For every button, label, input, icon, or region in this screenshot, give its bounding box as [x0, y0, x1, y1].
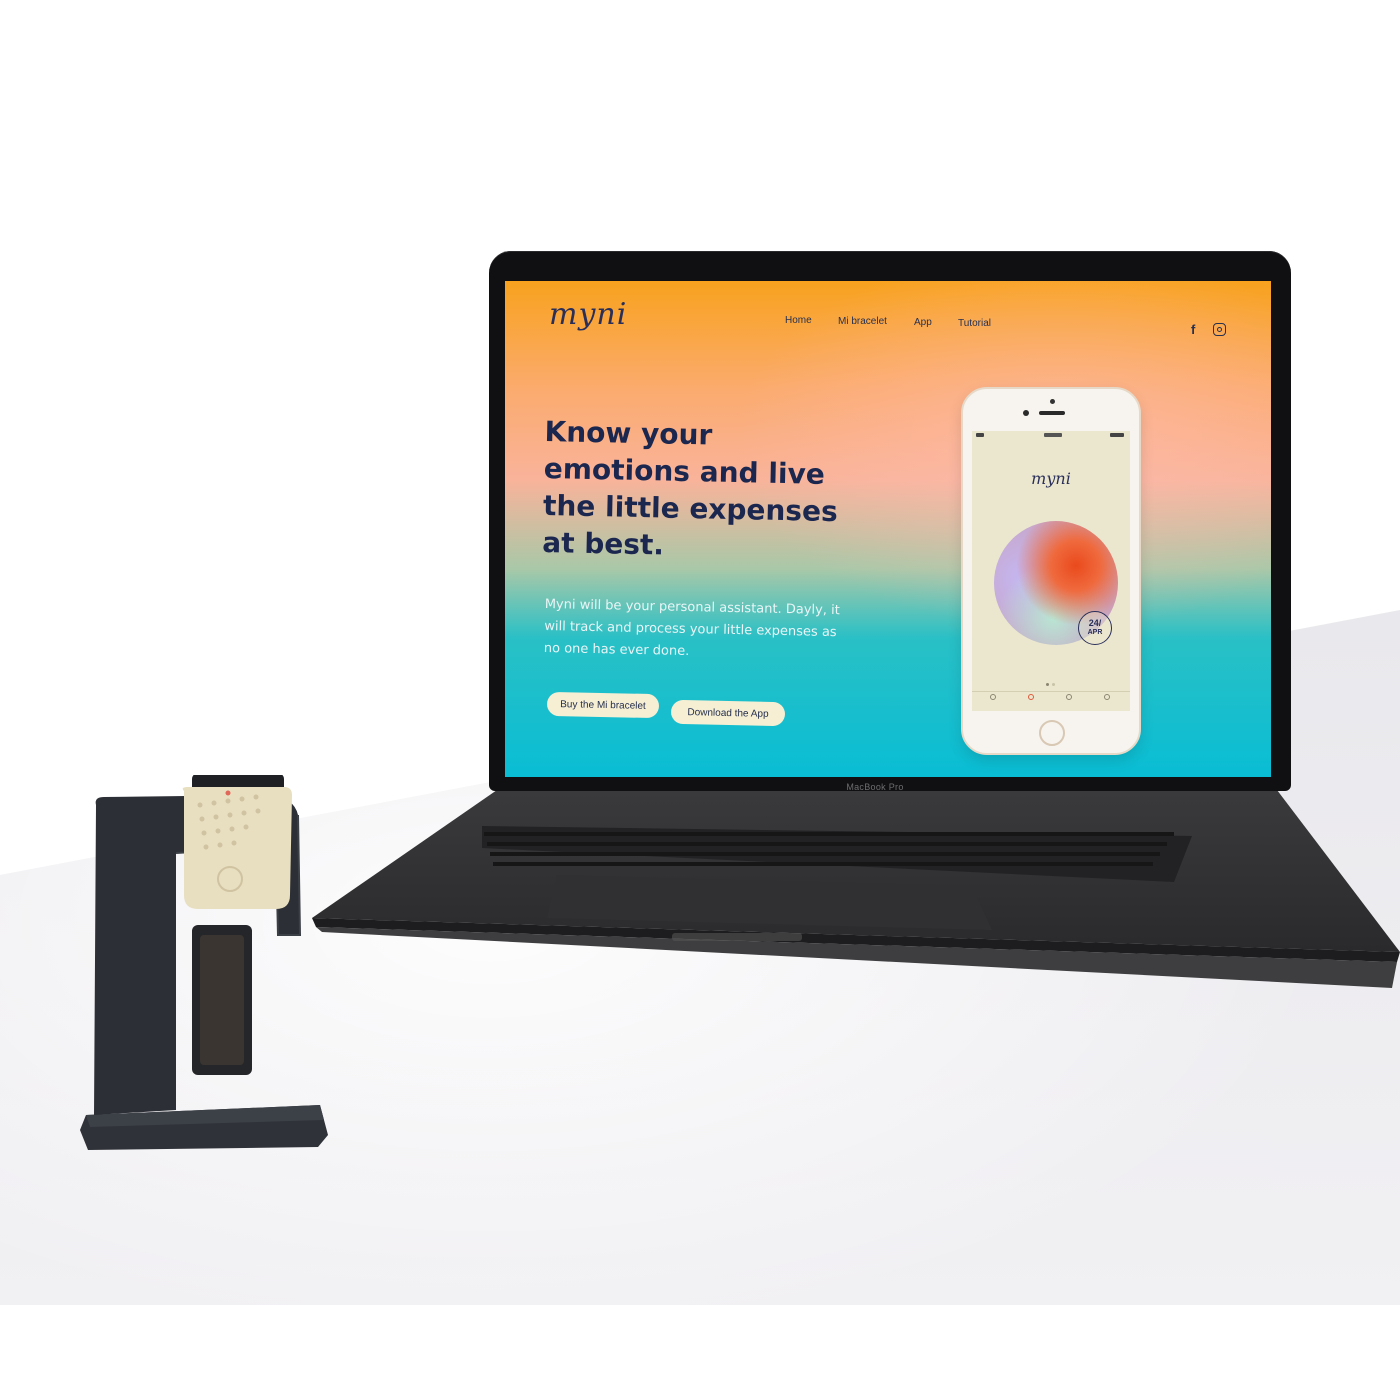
nav-home[interactable]: Home: [785, 315, 812, 326]
date-month: APR: [1087, 629, 1103, 636]
phone-camera: [1023, 410, 1029, 416]
phone-speaker: [1039, 411, 1065, 415]
insight-icon: [1066, 694, 1072, 700]
tab-insight[interactable]: [1050, 694, 1088, 702]
nav-tutorial[interactable]: Tutorial: [958, 318, 991, 329]
phone-mockup: myni 24/ APR: [961, 387, 1141, 755]
phone-status-bar: [976, 433, 1126, 441]
profile-icon: [1104, 694, 1110, 700]
page-dot: [1046, 683, 1049, 686]
nav-mi-bracelet[interactable]: Mi bracelet: [838, 316, 887, 327]
bracelet-stand: [80, 775, 328, 1150]
date-day: 24/: [1088, 618, 1102, 628]
buy-bracelet-button[interactable]: Buy the Mi bracelet: [546, 691, 660, 719]
app-tab-bar: [972, 691, 1130, 711]
tab-mood[interactable]: [1012, 694, 1050, 702]
bracelet-icon: [990, 694, 996, 700]
download-app-button[interactable]: Download the App: [670, 699, 786, 727]
laptop-screen: myni Home Mi bracelet App Tutorial f Kno…: [505, 281, 1271, 777]
tab-profile[interactable]: [1088, 694, 1126, 702]
app-logo: myni: [1031, 469, 1071, 488]
facebook-icon[interactable]: f: [1191, 322, 1195, 337]
site-navigation: Home Mi bracelet App Tutorial: [505, 315, 1271, 335]
page-dot: [1052, 683, 1055, 686]
tab-bracelet[interactable]: [974, 694, 1012, 702]
hero-description: Myni will be your personal assistant. Da…: [543, 596, 840, 660]
mood-icon: [1028, 694, 1034, 700]
date-badge[interactable]: 24/ APR: [1078, 611, 1112, 645]
phone-home-button: [1039, 720, 1065, 746]
phone-sensor: [1050, 399, 1055, 404]
nav-app[interactable]: App: [914, 317, 932, 328]
hero-title: Know your emotions and live the little e…: [541, 414, 839, 562]
page-indicator: [1042, 683, 1062, 687]
laptop-model-label: MacBook Pro: [846, 782, 904, 792]
laptop-keyboard-deck: [312, 790, 1400, 988]
instagram-icon[interactable]: [1213, 323, 1226, 336]
phone-app-screen: myni 24/ APR: [972, 431, 1130, 711]
